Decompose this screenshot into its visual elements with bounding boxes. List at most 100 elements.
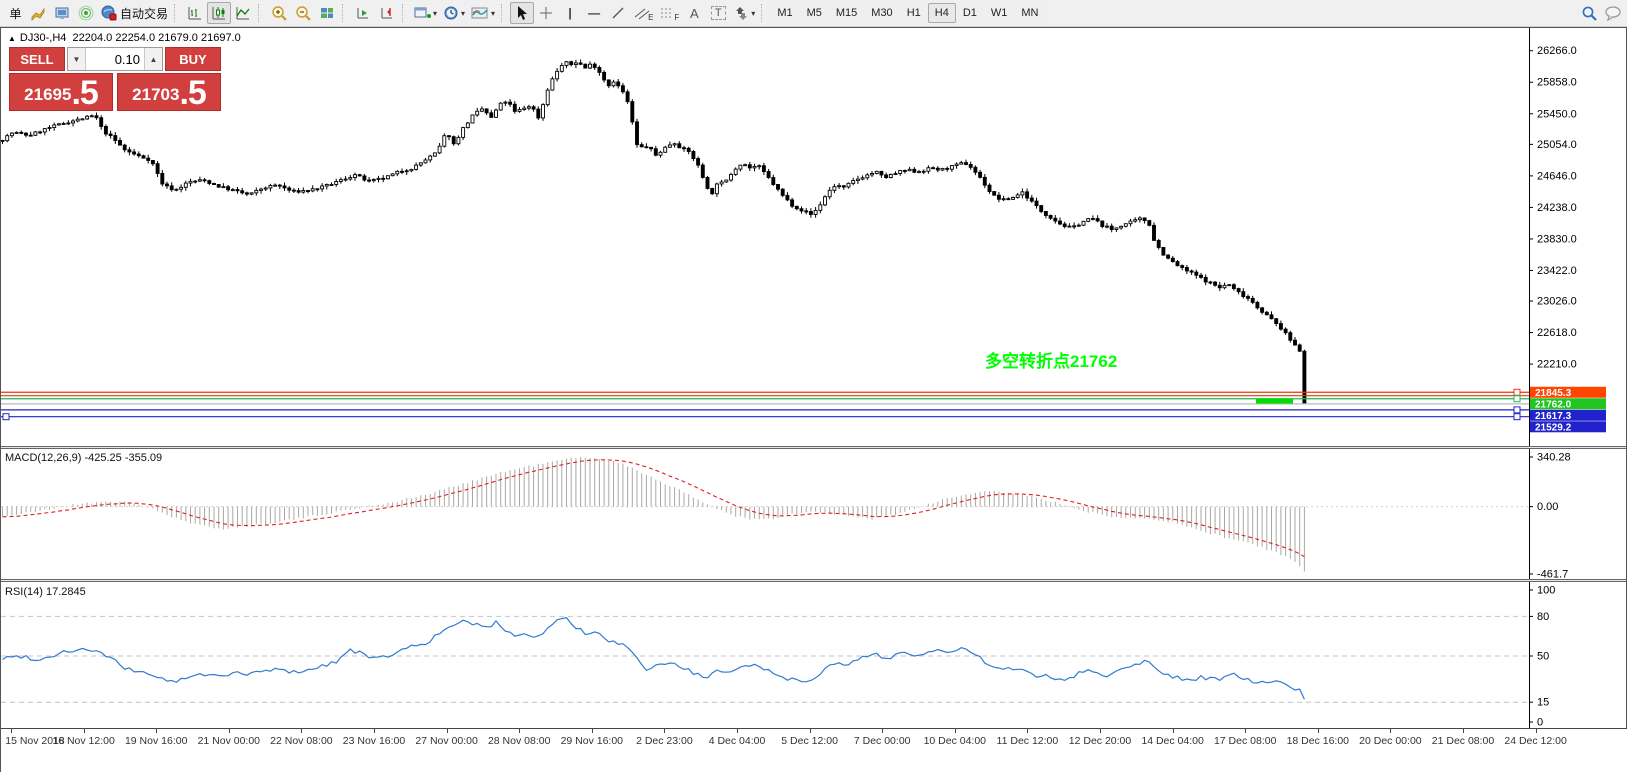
main-chart-canvas[interactable]: 26266.025858.025450.025054.024646.024238… <box>1 28 1627 446</box>
sell-button[interactable]: SELL <box>9 47 65 71</box>
horizontal-line-button[interactable]: — <box>582 2 606 24</box>
arrows-icon <box>733 5 749 21</box>
time-label: 22 Nov 08:00 <box>270 735 332 747</box>
time-label: 21 Dec 08:00 <box>1432 735 1494 747</box>
horizontal-line-icon: — <box>588 6 600 20</box>
time-label: 12 Dec 20:00 <box>1069 735 1131 747</box>
macd-panel-canvas[interactable]: 340.280.00-461.7 <box>1 449 1627 579</box>
arrows-button[interactable]: ▾ <box>730 2 758 24</box>
candlestick-chart-button[interactable] <box>207 2 231 24</box>
time-axis[interactable]: 15 Nov 201816 Nov 12:0019 Nov 16:0021 No… <box>1 728 1627 772</box>
auto-scroll-button[interactable] <box>351 2 375 24</box>
time-tick <box>737 729 738 733</box>
zoom-in-button[interactable] <box>267 2 291 24</box>
buy-price-display[interactable]: 21703.5 <box>117 73 221 111</box>
volume-decrease-button[interactable]: ▼ <box>68 48 86 70</box>
search-button[interactable] <box>1577 2 1601 24</box>
main-toolbar: 单 自动交易 ▾ ▾ ▾ | — E F A T ▾ <box>0 0 1627 27</box>
timeframe-mn-button[interactable]: MN <box>1014 3 1045 23</box>
tile-windows-icon <box>319 5 335 21</box>
time-tick <box>1245 729 1246 733</box>
horizontal-line[interactable] <box>1 407 1529 413</box>
timeframe-w1-button[interactable]: W1 <box>984 3 1015 23</box>
sell-price-display[interactable]: 21695.5 <box>9 73 113 111</box>
clock-icon <box>443 5 459 21</box>
svg-text:25450.0: 25450.0 <box>1537 108 1577 120</box>
time-tick <box>11 729 12 733</box>
text-button[interactable]: A <box>682 2 706 24</box>
autotrading-icon <box>101 5 117 21</box>
sell-price-main: 21695 <box>24 85 71 105</box>
vertical-line-button[interactable]: | <box>558 2 582 24</box>
horizontal-line[interactable] <box>1 396 1529 402</box>
terminal-button[interactable] <box>50 2 74 24</box>
cursor-arrow-icon <box>515 5 529 21</box>
fibonacci-button[interactable]: F <box>656 2 682 24</box>
macd-histogram <box>3 457 1305 572</box>
periods-button[interactable]: ▾ <box>440 2 468 24</box>
timeframe-h4-button[interactable]: H4 <box>928 3 956 23</box>
chart-shift-button[interactable] <box>375 2 399 24</box>
label-tool-icon: T <box>711 6 726 20</box>
market-watch-button[interactable] <box>26 2 50 24</box>
line-chart-icon <box>235 5 251 21</box>
chevron-down-icon: ▾ <box>433 9 437 18</box>
new-chart-button[interactable]: ▾ <box>411 2 440 24</box>
horizontal-line[interactable] <box>1 414 1529 420</box>
time-tick <box>1390 729 1391 733</box>
fibo-sub-label: F <box>674 13 679 22</box>
time-tick <box>84 729 85 733</box>
horizontal-line[interactable] <box>1 389 1529 395</box>
line-chart-button[interactable] <box>231 2 255 24</box>
signals-button[interactable] <box>74 2 98 24</box>
volume-increase-button[interactable]: ▲ <box>144 48 162 70</box>
rsi-panel-canvas[interactable]: 1008050150 <box>1 582 1627 728</box>
time-label: 18 Dec 16:00 <box>1287 735 1349 747</box>
autotrading-button[interactable]: 自动交易 <box>98 2 171 24</box>
cursor-button[interactable] <box>510 2 534 24</box>
templates-button[interactable]: ▾ <box>468 2 498 24</box>
auto-scroll-icon <box>355 5 371 21</box>
timeframe-d1-button[interactable]: D1 <box>956 3 984 23</box>
svg-text:23830.0: 23830.0 <box>1537 233 1577 245</box>
tile-windows-button[interactable] <box>315 2 339 24</box>
time-tick <box>1100 729 1101 733</box>
ohlc-values: 22204.0 22254.0 21679.0 21697.0 <box>73 32 241 44</box>
svg-text:80: 80 <box>1537 611 1549 623</box>
volume-input[interactable] <box>86 48 144 70</box>
timeframe-m1-button[interactable]: M1 <box>770 3 799 23</box>
zoom-out-button[interactable] <box>291 2 315 24</box>
annotation-text[interactable]: 多空转折点21762 <box>985 347 1117 372</box>
timeframe-m30-button[interactable]: M30 <box>864 3 899 23</box>
timeframe-m5-button[interactable]: M5 <box>800 3 829 23</box>
text-label-button[interactable]: T <box>706 2 730 24</box>
equidistant-channel-button[interactable]: E <box>630 2 656 24</box>
svg-text:21529.2: 21529.2 <box>1535 422 1572 433</box>
gold-bars-icon <box>30 5 46 21</box>
svg-text:22618.0: 22618.0 <box>1537 327 1577 339</box>
chart-window: 26266.025858.025450.025054.024646.024238… <box>0 27 1627 772</box>
new-order-button[interactable]: 单 <box>2 2 26 24</box>
trendline-button[interactable] <box>606 2 630 24</box>
template-icon <box>471 5 489 21</box>
timeframe-m15-button[interactable]: M15 <box>829 3 864 23</box>
svg-text:0.00: 0.00 <box>1537 501 1558 513</box>
svg-text:21845.3: 21845.3 <box>1535 388 1572 399</box>
time-label: 2 Dec 23:00 <box>636 735 693 747</box>
candlestick-icon <box>211 5 227 21</box>
time-tick <box>810 729 811 733</box>
buy-button[interactable]: BUY <box>165 47 221 71</box>
timeframe-h1-button[interactable]: H1 <box>900 3 928 23</box>
collapse-trade-panel-icon[interactable]: ▲ <box>8 34 16 43</box>
chart-shift-icon <box>379 5 395 21</box>
zoom-out-icon <box>295 5 312 22</box>
text-tool-icon: A <box>690 6 699 21</box>
time-label: 11 Dec 12:00 <box>997 735 1059 747</box>
volume-control: ▼ ▲ <box>67 47 163 71</box>
svg-text:23422.0: 23422.0 <box>1537 265 1577 277</box>
crosshair-button[interactable] <box>534 2 558 24</box>
bar-chart-button[interactable] <box>183 2 207 24</box>
time-label: 27 Nov 00:00 <box>415 735 477 747</box>
chat-button[interactable] <box>1601 2 1625 24</box>
svg-text:21762.0: 21762.0 <box>1535 399 1572 410</box>
